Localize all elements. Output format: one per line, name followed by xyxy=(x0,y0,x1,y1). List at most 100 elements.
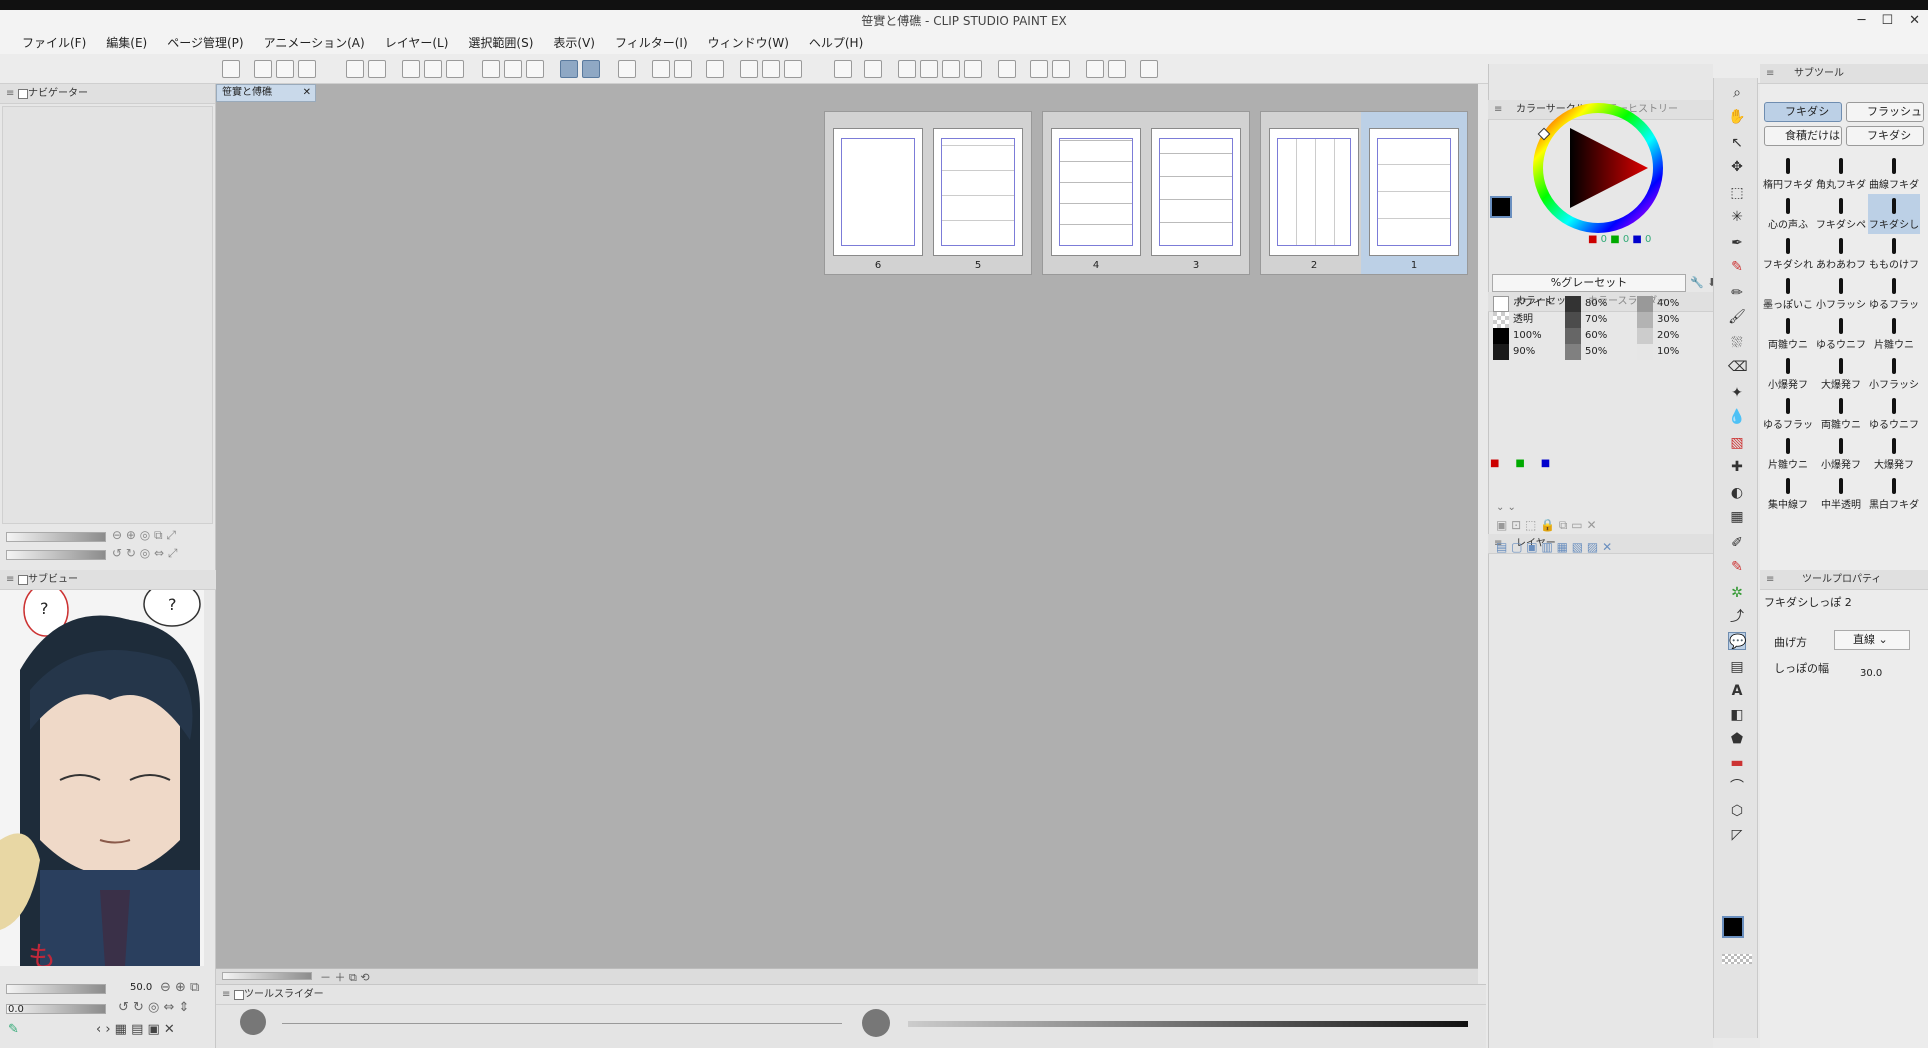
tool-slider-track[interactable] xyxy=(282,1023,842,1024)
page-thumbnail-5[interactable] xyxy=(933,128,1023,256)
color-set-dropdown[interactable]: %グレーセット xyxy=(1492,274,1686,292)
panel-menu-icon[interactable]: ≡ xyxy=(6,570,14,590)
snap-ruler-icon[interactable] xyxy=(482,60,500,78)
snap-grid-icon[interactable] xyxy=(526,60,544,78)
show-single-icon[interactable] xyxy=(582,60,600,78)
redo-icon[interactable] xyxy=(368,60,386,78)
new-file-icon[interactable] xyxy=(254,60,272,78)
page-thumbnail-4[interactable] xyxy=(1051,128,1141,256)
subtool-brush-item[interactable]: 集中線フ xyxy=(1762,474,1814,514)
layer-delete-icon[interactable] xyxy=(998,60,1016,78)
menu-edit[interactable]: 編集(E) xyxy=(96,32,157,54)
page-thumbnail-1[interactable] xyxy=(1369,128,1459,256)
page-thumbnail-3[interactable] xyxy=(1151,128,1241,256)
move-layer-tool-icon[interactable]: ✥ xyxy=(1728,158,1746,176)
operation-tool-icon[interactable]: ↖ xyxy=(1728,134,1746,152)
text-tool-icon[interactable]: A xyxy=(1728,682,1746,700)
subtool-brush-item[interactable]: ゆるウニフ xyxy=(1868,394,1920,434)
page-properties-icon[interactable] xyxy=(618,60,636,78)
page-thumbnail-2[interactable] xyxy=(1269,128,1359,256)
subtool-brush-item[interactable]: ゆるフラッ xyxy=(1868,274,1920,314)
edit-icon[interactable] xyxy=(864,60,882,78)
reference-icon[interactable] xyxy=(1086,60,1104,78)
subtool-brush-item[interactable]: 片雛ウニ xyxy=(1762,434,1814,474)
reference-layer-icon[interactable] xyxy=(1108,60,1126,78)
navigator-rotate-slider[interactable] xyxy=(6,550,106,560)
tool-slider-header[interactable]: ≡ ツールスライダー xyxy=(216,985,1486,1005)
clear-outside-icon[interactable] xyxy=(424,60,442,78)
status-controls[interactable]: － ＋ ⧉ ⟲ xyxy=(320,969,370,985)
subtool-brush-item[interactable]: フキダシペ xyxy=(1815,194,1867,234)
group-fukidashi[interactable]: フキダシ xyxy=(1764,102,1842,122)
menu-page[interactable]: ページ管理(P) xyxy=(157,32,253,54)
menu-file[interactable]: ファイル(F) xyxy=(12,32,96,54)
layer-vector-icon[interactable] xyxy=(920,60,938,78)
gradient-fill-icon[interactable]: ◧ xyxy=(1728,706,1746,724)
save-icon[interactable] xyxy=(298,60,316,78)
subtool-brush-item[interactable]: 黒白フキダ xyxy=(1868,474,1920,514)
layer-folder-icon[interactable] xyxy=(942,60,960,78)
tail-width-value[interactable]: 30.0 xyxy=(1860,668,1882,679)
menu-help[interactable]: ヘルプ(H) xyxy=(799,32,873,54)
color-set-mini-swatches[interactable]: ■ ■ ■ xyxy=(1490,458,1550,469)
subtool-brush-item[interactable]: 墨っぽいこ xyxy=(1762,274,1814,314)
correct-line-tool-icon[interactable]: ⤴ xyxy=(1728,608,1746,626)
menu-animation[interactable]: アニメーション(A) xyxy=(254,32,375,54)
subtool-brush-item[interactable]: 楕円フキダ xyxy=(1762,154,1814,194)
frame-border-tool-icon[interactable]: ▦ xyxy=(1728,508,1746,526)
subtool-brush-item[interactable]: 両雛ウニ xyxy=(1762,314,1814,354)
document-tab[interactable]: 笹實と傅礁 ✕ xyxy=(216,84,316,102)
snap-special-icon[interactable] xyxy=(504,60,522,78)
main-color-swatch[interactable] xyxy=(1490,196,1512,218)
move-icon[interactable] xyxy=(784,60,802,78)
subtool-brush-item[interactable]: 小フラッシ xyxy=(1815,274,1867,314)
main-color-icon[interactable] xyxy=(1722,916,1744,938)
subtool-brush-item[interactable]: 大爆発フ xyxy=(1815,354,1867,394)
eyedropper-tool-icon[interactable]: ✒ xyxy=(1728,234,1746,252)
subtool-brush-item[interactable]: 小フラッシ xyxy=(1868,354,1920,394)
grass-tool-icon[interactable]: ✲ xyxy=(1728,584,1746,602)
panel-menu-icon[interactable]: ≡ xyxy=(222,985,230,1005)
subtool-brush-item[interactable]: 角丸フキダ xyxy=(1815,154,1867,194)
zoom-tool-icon[interactable]: ⌕ xyxy=(1728,84,1746,102)
tool-slider-handle[interactable] xyxy=(862,1009,890,1037)
thumbnail-size-slider[interactable] xyxy=(222,972,312,980)
layer-blend-controls[interactable]: ⌄ ⌄ xyxy=(1496,502,1706,514)
subtool-brush-item[interactable]: 両雛ウニ xyxy=(1815,394,1867,434)
menu-selection[interactable]: 選択範囲(S) xyxy=(458,32,543,54)
navigator-zoom-slider[interactable] xyxy=(6,532,106,542)
menu-layer[interactable]: レイヤー(L) xyxy=(375,32,459,54)
eraser-tool-icon[interactable]: ⌫ xyxy=(1728,358,1748,376)
bend-dropdown[interactable]: 直線 ⌄ xyxy=(1834,630,1910,650)
show-spread-icon[interactable] xyxy=(560,60,578,78)
polygon-tool-icon[interactable]: ⬡ xyxy=(1728,802,1746,820)
paint-bucket-icon[interactable]: ⬟ xyxy=(1728,730,1746,748)
subtool-brush-item[interactable]: 中半透明 xyxy=(1815,474,1867,514)
layer-mask-icon[interactable] xyxy=(964,60,982,78)
subview-header[interactable]: ≡ サブビュー xyxy=(0,570,216,590)
subtool-brush-item[interactable]: 小爆発フ xyxy=(1815,434,1867,474)
selection-tool-icon[interactable]: ⬚ xyxy=(1728,184,1746,202)
panel-menu-icon[interactable]: ≡ xyxy=(1766,64,1774,84)
eyedropper-icon[interactable]: ✎ xyxy=(8,1022,19,1037)
layer-action-controls[interactable]: ▤ ▢ ▣ ▥ ▦ ▧ ▨ ✕ xyxy=(1496,540,1706,554)
layer-lock-controls[interactable]: ▣ ⊡ ⬚ 🔒 ⧉ ▭ ✕ xyxy=(1496,518,1706,532)
blend-tool-icon[interactable]: 💧 xyxy=(1728,408,1746,426)
decoration-tool-icon[interactable]: ✦ xyxy=(1728,384,1746,402)
clip-studio-icon[interactable] xyxy=(222,60,240,78)
panel-menu-icon[interactable]: ≡ xyxy=(6,84,14,104)
page-add-icon[interactable] xyxy=(652,60,670,78)
subtool-brush-item[interactable]: ゆるフラッ xyxy=(1762,394,1814,434)
subtool-brush-item[interactable]: 心の声ふ xyxy=(1762,194,1814,234)
pencil-tool-icon[interactable]: ✏ xyxy=(1728,284,1746,302)
subview-nav-controls[interactable]: ‹ › ▦ ▤ ▣ ✕ xyxy=(96,1022,175,1037)
subtool-brush-item[interactable]: 大爆発フ xyxy=(1868,434,1920,474)
transparent-color-icon[interactable] xyxy=(1722,954,1752,964)
vector-tool-icon[interactable]: ◸ xyxy=(1728,826,1746,844)
figure-tool-icon[interactable]: ◐ xyxy=(1728,484,1746,502)
auto-select-tool-icon[interactable]: ✳ xyxy=(1728,208,1746,226)
menu-filter[interactable]: フィルター(I) xyxy=(605,32,698,54)
page-thumbnail-6[interactable] xyxy=(833,128,923,256)
brush-tool-icon[interactable]: 🖌 xyxy=(1728,308,1746,326)
fill-tool-icon[interactable]: ▧ xyxy=(1728,434,1746,452)
